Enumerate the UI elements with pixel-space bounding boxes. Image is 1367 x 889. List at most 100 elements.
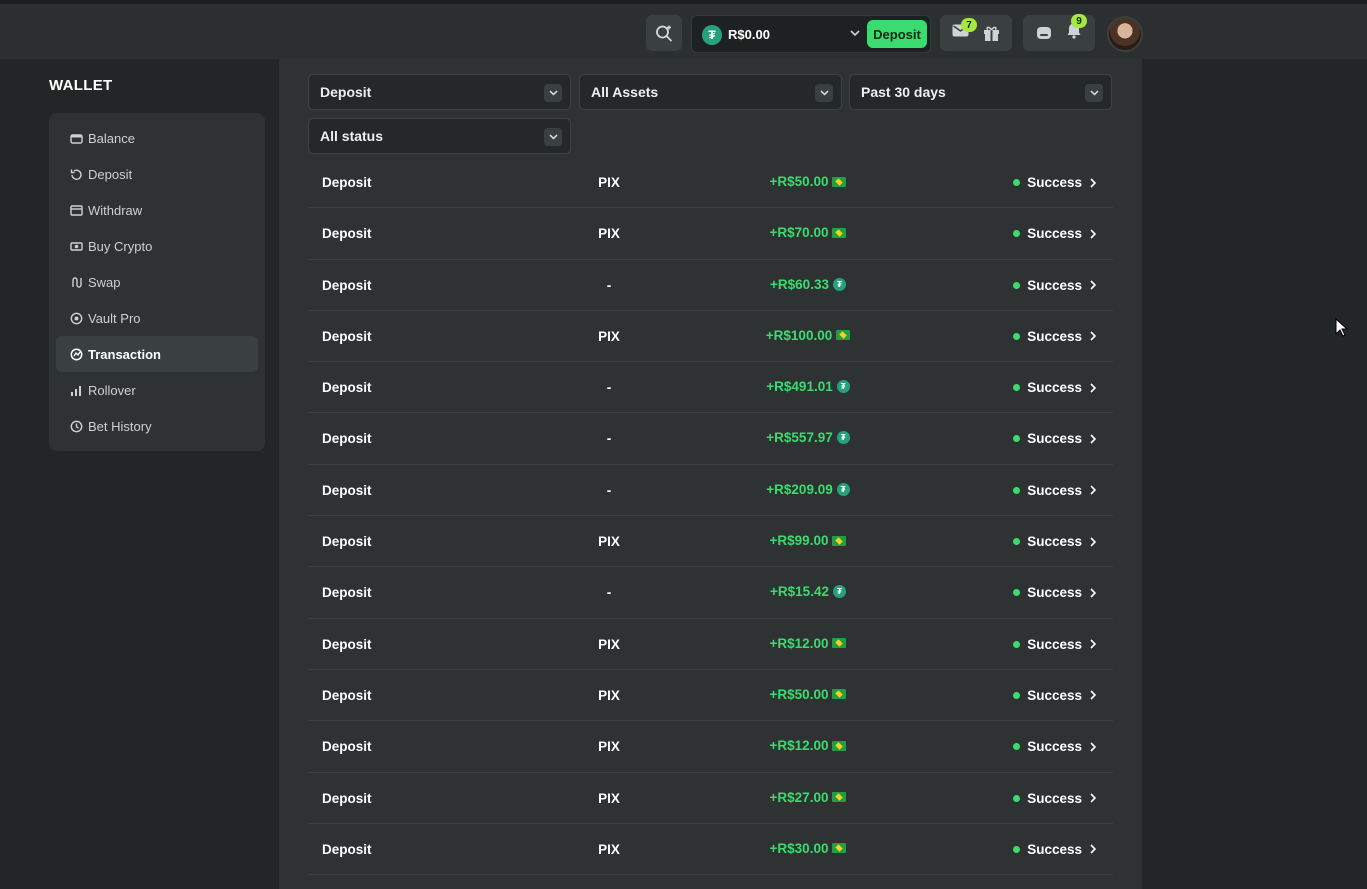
transaction-row[interactable]: Deposit PIX +R$30.00 Success <box>308 824 1113 876</box>
transaction-type: Deposit <box>322 841 372 857</box>
transaction-status-label: Success <box>1027 739 1082 755</box>
transaction-row[interactable]: Deposit - +R$491.01 ₮ Success <box>308 362 1113 414</box>
transaction-row[interactable]: Deposit PIX +R$100.00 Success <box>308 311 1113 363</box>
usdt-icon: ₮ <box>832 585 846 599</box>
transaction-status-label: Success <box>1027 687 1082 703</box>
rollover-icon <box>71 385 81 396</box>
chevron-right-icon <box>1090 537 1097 547</box>
status-dot-icon <box>1013 332 1021 340</box>
transaction-status: Success <box>1013 534 1097 549</box>
transaction-amount: +R$27.00 <box>748 790 868 805</box>
brazil-flag-icon <box>832 638 847 649</box>
transaction-row[interactable]: Deposit PIX +R$99.00 Success <box>308 516 1113 568</box>
status-filter-select[interactable]: All status <box>308 118 571 154</box>
transaction-row[interactable]: Deposit PIX +R$12.00 Success <box>308 619 1113 670</box>
transaction-amount-value: +R$50.00 <box>769 174 829 189</box>
status-dot-icon <box>1013 845 1021 853</box>
withdraw-icon <box>70 204 83 216</box>
chat-icon[interactable] <box>1036 25 1052 41</box>
transaction-method: - <box>606 380 612 396</box>
transaction-row[interactable]: Deposit PIX +R$27.00 Success <box>308 773 1113 824</box>
transaction-row[interactable]: Deposit PIX +R$12.00 Success <box>308 721 1113 773</box>
notification-button[interactable]: 9 <box>1066 14 1087 44</box>
transaction-row[interactable]: Deposit PIX +R$70.00 Success <box>308 208 1113 260</box>
mail-button[interactable]: 7 <box>952 18 977 42</box>
transaction-type: Deposit <box>322 739 372 755</box>
search-button[interactable] <box>646 15 682 51</box>
gift-icon[interactable] <box>983 25 1000 42</box>
sidebar-item-label: Withdraw <box>88 202 143 218</box>
transaction-type: Deposit <box>322 175 372 190</box>
type-filter-select[interactable]: Deposit <box>308 74 571 110</box>
transaction-row[interactable]: Deposit - +R$557.97 ₮ Success <box>308 413 1113 465</box>
swap-icon <box>72 276 82 288</box>
transaction-amount-value: +R$70.00 <box>769 225 829 241</box>
transaction-status-label: Success <box>1027 277 1082 293</box>
status-filter-value: All status <box>320 128 384 144</box>
transaction-status: Success <box>1013 175 1097 190</box>
status-dot-icon <box>1013 179 1021 186</box>
status-dot-icon <box>1013 794 1021 802</box>
usdt-icon: ₮ <box>702 25 722 45</box>
transaction-amount: +R$15.42 ₮ <box>748 584 868 599</box>
transaction-amount: +R$12.00 <box>748 636 868 651</box>
transaction-amount-value: +R$557.97 <box>766 430 833 446</box>
transactions-panel: Deposit All Assets Past 30 days All stat… <box>279 59 1142 889</box>
sidebar-item-vault-pro[interactable]: Vault Pro <box>56 300 258 336</box>
transaction-method: - <box>606 277 612 293</box>
transaction-status: Success <box>1013 739 1097 754</box>
mouse-cursor-icon <box>1335 318 1349 337</box>
chevron-right-icon <box>1090 639 1097 649</box>
transaction-row[interactable]: Deposit - +R$15.42 ₮ Success <box>308 567 1113 619</box>
transaction-amount-value: +R$50.00 <box>769 686 829 702</box>
wallet-icon <box>70 133 83 144</box>
transaction-amount-value: +R$12.00 <box>769 635 829 651</box>
brazil-flag-icon <box>832 843 847 854</box>
transaction-amount-value: +R$491.01 <box>766 379 833 395</box>
transaction-status-label: Success <box>1027 482 1082 498</box>
transaction-status-label: Success <box>1027 380 1082 396</box>
transaction-amount: +R$70.00 <box>748 225 868 240</box>
sidebar-item-transaction[interactable]: Transaction <box>56 336 258 372</box>
status-dot-icon <box>1013 281 1021 289</box>
wallet-title: WALLET <box>49 77 113 94</box>
chevron-right-icon <box>1090 229 1097 239</box>
usdt-icon: ₮ <box>836 482 850 496</box>
status-dot-icon <box>1013 538 1021 546</box>
transaction-status: Success <box>1013 842 1097 857</box>
transaction-row[interactable]: Deposit - +R$60.33 ₮ Success <box>308 260 1113 311</box>
sidebar-item-withdraw[interactable]: Withdraw <box>56 192 258 228</box>
sidebar-item-bet-history[interactable]: Bet History <box>56 408 258 444</box>
sidebar-item-rollover[interactable]: Rollover <box>56 372 258 408</box>
chevron-down-icon <box>544 84 562 102</box>
balance-selector[interactable]: ₮ R$0.00 Deposit <box>691 15 931 53</box>
transaction-method: PIX <box>598 739 620 755</box>
sidebar-item-buy-crypto[interactable]: Buy Crypto <box>56 228 258 264</box>
transaction-method: - <box>606 482 612 498</box>
status-dot-icon <box>1013 230 1021 238</box>
avatar[interactable] <box>1107 16 1143 52</box>
transaction-row[interactable]: Deposit PIX +R$50.00 Success <box>308 670 1113 722</box>
transaction-amount-value: +R$12.00 <box>769 738 829 754</box>
transaction-amount: +R$209.09 ₮ <box>748 482 868 497</box>
transaction-status-label: Success <box>1027 636 1082 652</box>
assets-filter-select[interactable]: All Assets <box>579 74 842 110</box>
period-filter-select[interactable]: Past 30 days <box>849 74 1112 110</box>
transaction-row[interactable]: Deposit PIX +R$50.00 Success <box>308 157 1113 209</box>
sidebar-item-swap[interactable]: Swap <box>56 264 258 300</box>
transaction-status: Success <box>1013 278 1097 293</box>
sidebar-item-deposit[interactable]: Deposit <box>56 156 258 192</box>
transaction-row[interactable]: Deposit - +R$209.09 ₮ Success <box>308 465 1113 517</box>
sidebar-item-label: Deposit <box>88 166 133 182</box>
chevron-right-icon <box>1090 434 1097 444</box>
header-deposit-button[interactable]: Deposit <box>867 20 927 48</box>
usdt-icon: ₮ <box>836 380 850 394</box>
clock-icon <box>70 420 83 432</box>
status-dot-icon <box>1013 435 1021 443</box>
transaction-type: Deposit <box>322 585 372 601</box>
transaction-type: Deposit <box>322 226 372 242</box>
transaction-amount-value: +R$15.42 <box>770 584 829 600</box>
transaction-amount: +R$557.97 ₮ <box>748 430 868 445</box>
sidebar-item-balance[interactable]: Balance <box>56 120 258 156</box>
notification-badge: 9 <box>1071 14 1087 28</box>
